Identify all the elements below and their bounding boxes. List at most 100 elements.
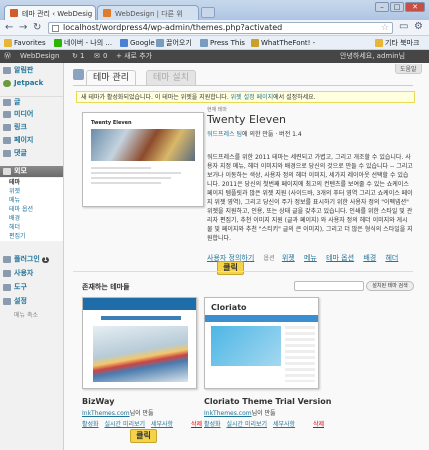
click-callout: 클릭	[130, 429, 157, 443]
menus-link[interactable]: 메뉴	[304, 254, 317, 262]
site-favicon-icon	[103, 9, 111, 17]
options-label: 옵션	[263, 255, 275, 262]
bookmark-favorites[interactable]: Favorites	[4, 38, 46, 48]
menu-links[interactable]: 링크	[0, 122, 63, 133]
click-callout: 클릭	[217, 261, 244, 275]
theme-author-link[interactable]: InkThemes.com	[204, 410, 252, 417]
comments-icon[interactable]: ✉	[94, 50, 100, 63]
submenu-editor[interactable]: 편집기	[0, 232, 63, 241]
reload-icon[interactable]: ↻	[33, 21, 41, 34]
address-bar[interactable]: localhost/wordpress4/wp-admin/themes.php…	[48, 22, 393, 34]
theme-search-input[interactable]	[294, 281, 364, 291]
submenu-themes[interactable]: 테마	[0, 178, 63, 187]
wp-admin-menu: 알림판 Jetpack 글 미디어 링크 페이지 댓글 외모 테마 위젯 메뉴 …	[0, 63, 64, 450]
admin-bar-greeting[interactable]: 안녕하세요, admin님	[340, 50, 405, 63]
back-icon[interactable]: ←	[5, 21, 13, 34]
activate-link[interactable]: 활성화	[204, 421, 221, 428]
theme-author-link[interactable]: InkThemes.com	[82, 410, 130, 417]
delete-link[interactable]: 삭제	[191, 421, 202, 428]
details-link[interactable]: 세부사항	[151, 421, 173, 428]
widget-settings-link[interactable]: 위젯 설정 페이지	[231, 94, 273, 101]
main-content: 도움말 테마 관리 테마 설치 새 테마가 활성화되었습니다. 이 테마는 위젯…	[64, 63, 429, 450]
preview-slider	[211, 326, 281, 366]
preview-headline	[101, 316, 181, 320]
theme-options-link[interactable]: 테마 옵션	[326, 254, 354, 262]
header-link[interactable]: 헤더	[385, 254, 398, 262]
live-preview-link[interactable]: 실시간 미리보기	[226, 421, 267, 428]
widgets-link[interactable]: 위젯	[282, 254, 295, 262]
bookmark-whatthefont[interactable]: WhatTheFont! -	[251, 38, 315, 48]
screenshot-text-line	[91, 182, 161, 184]
background-link[interactable]: 배경	[363, 254, 376, 262]
current-theme-screenshot: Twenty Eleven	[82, 112, 204, 207]
tab-manage-themes[interactable]: 테마 관리	[86, 70, 136, 85]
google-icon	[120, 39, 128, 47]
menu-plugins[interactable]: 플러그인 1	[0, 254, 63, 265]
menu-tools[interactable]: 도구	[0, 282, 63, 293]
tab-install-themes[interactable]: 테마 설치	[146, 70, 196, 85]
tools-icon	[3, 284, 11, 291]
star-icon	[4, 39, 12, 47]
bookmark-pull[interactable]: 끌어오기	[156, 38, 192, 48]
activate-link[interactable]: 활성화	[82, 421, 99, 428]
bookmark-star-icon[interactable]: ☆	[381, 23, 389, 33]
menu-jetpack[interactable]: Jetpack	[0, 78, 63, 89]
users-icon	[3, 270, 11, 277]
comments-count[interactable]: 0	[103, 50, 107, 63]
bookmark-other[interactable]: 기타 북마크	[375, 38, 419, 48]
menu-media[interactable]: 미디어	[0, 109, 63, 120]
theme-actions: 활성화 실시간 미리보기 세부사항 삭제	[204, 419, 328, 428]
menu-users[interactable]: 사용자	[0, 268, 63, 279]
admin-bar-new[interactable]: + 새로 추가	[116, 50, 152, 63]
help-button[interactable]: 도움말	[395, 64, 422, 74]
author-link[interactable]: 워드프레스 팀	[207, 131, 242, 138]
delete-link[interactable]: 삭제	[313, 421, 324, 428]
bookmark-google[interactable]: Google	[120, 38, 155, 48]
theme-card-bizway[interactable]	[82, 297, 197, 389]
menu-settings[interactable]: 설정	[0, 296, 63, 307]
wp-logo-icon[interactable]: Ⓦ	[4, 50, 11, 63]
submenu-menus[interactable]: 메뉴	[0, 196, 63, 205]
updates-count[interactable]: 1	[80, 50, 84, 63]
theme-card-cloriato[interactable]: Cloriato	[204, 297, 319, 389]
collapse-menu[interactable]: 메뉴 축소	[0, 311, 63, 320]
theme-search-button[interactable]: 설치된 테마 검색	[366, 281, 414, 291]
admin-bar-site[interactable]: WebDesign	[20, 50, 59, 63]
menu-posts[interactable]: 글	[0, 96, 63, 107]
wrench-icon[interactable]: ⚙	[414, 21, 423, 32]
preview-header-bar	[83, 298, 196, 310]
browser-tab-active[interactable]: 테마 관리 ‹ WebDesig	[4, 5, 96, 20]
folder-icon	[375, 39, 383, 47]
menu-comments[interactable]: 댓글	[0, 148, 63, 159]
page-menu-icon[interactable]: ▭	[399, 21, 408, 32]
menu-pages[interactable]: 페이지	[0, 135, 63, 146]
maximize-icon[interactable]: □	[390, 2, 404, 12]
naver-icon	[54, 39, 62, 47]
bookmark-press-this[interactable]: Press This	[200, 38, 245, 48]
close-icon[interactable]: ✕	[405, 2, 425, 12]
plugins-icon	[3, 256, 11, 263]
tab-label: WebDesign | 다른 위	[115, 10, 183, 18]
updates-icon[interactable]: ↻	[72, 50, 78, 63]
submenu-header[interactable]: 헤더	[0, 223, 63, 232]
new-tab-button[interactable]	[201, 7, 215, 18]
submenu-background[interactable]: 배경	[0, 214, 63, 223]
minimize-icon[interactable]: –	[375, 2, 389, 12]
theme-name: Cloriato Theme Trial Version	[204, 397, 332, 406]
browser-toolbar: ← → ↻ localhost/wordpress4/wp-admin/them…	[0, 20, 429, 36]
menu-appearance[interactable]: 외모	[0, 166, 63, 177]
appearance-icon	[3, 168, 11, 175]
submenu-theme-options[interactable]: 테마 옵션	[0, 205, 63, 214]
details-link[interactable]: 세부사항	[273, 421, 295, 428]
menu-dashboard[interactable]: 알림판	[0, 65, 63, 76]
submenu-widgets[interactable]: 위젯	[0, 187, 63, 196]
jetpack-icon	[3, 80, 11, 87]
browser-tab-inactive[interactable]: WebDesign | 다른 위	[97, 5, 199, 20]
bookmark-naver[interactable]: 네이버 - 나의 ...	[54, 38, 112, 48]
page-icon	[52, 25, 59, 32]
forward-icon[interactable]: →	[19, 21, 27, 34]
live-preview-link[interactable]: 실시간 미리보기	[104, 421, 145, 428]
media-icon	[3, 111, 11, 118]
link-icon	[3, 124, 11, 131]
activation-notice: 새 테마가 활성화되었습니다. 이 테마는 위젯을 지원합니다. 위젯 설정 페…	[76, 91, 415, 103]
